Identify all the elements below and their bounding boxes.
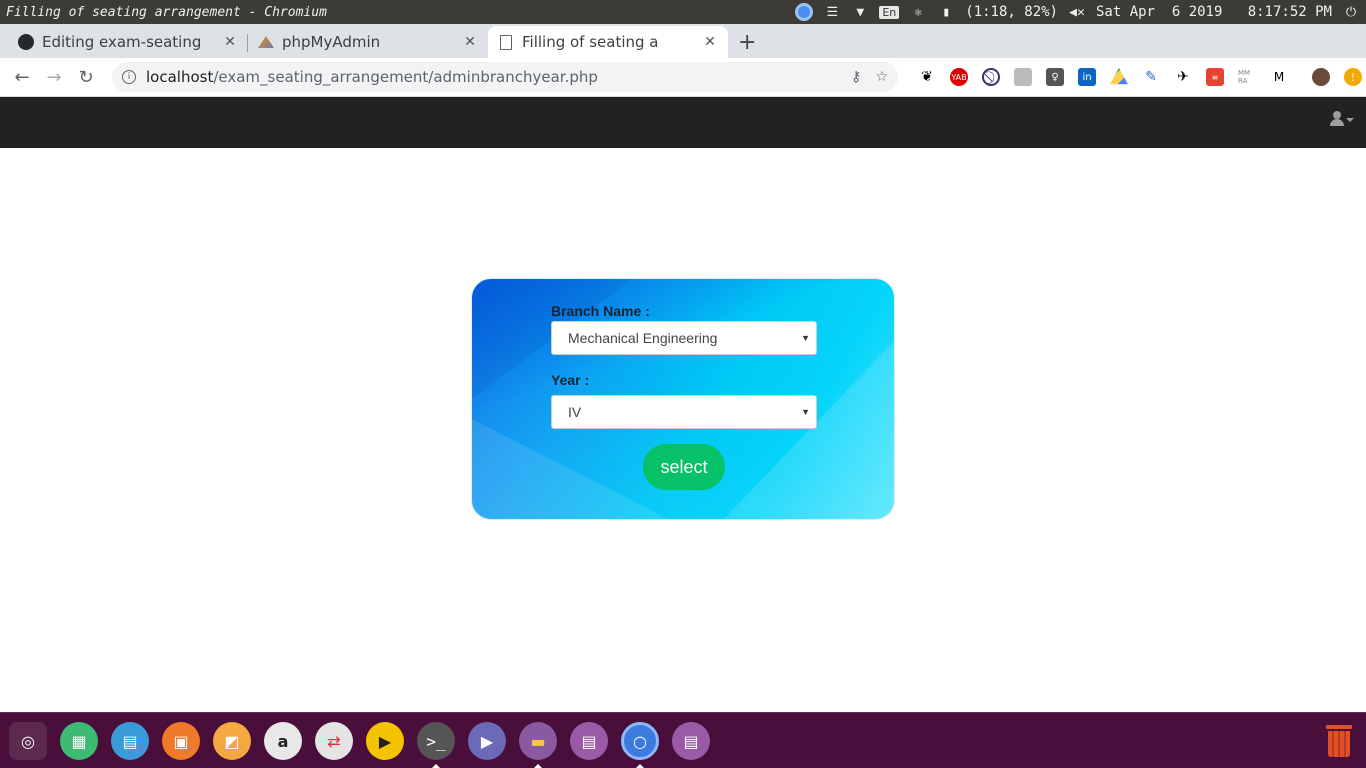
star-icon[interactable]: ☆	[875, 69, 888, 85]
select-button[interactable]: select	[643, 444, 725, 490]
back-icon[interactable]: ←	[6, 67, 38, 88]
extension-icon[interactable]	[1014, 68, 1032, 86]
battery-icon[interactable]: ▮	[937, 4, 955, 20]
year-label: Year :	[551, 372, 590, 388]
extension-icon[interactable]: ❦	[918, 68, 936, 86]
close-icon[interactable]: ✕	[702, 34, 718, 50]
page-navbar	[0, 97, 1366, 148]
page-icon	[498, 34, 514, 50]
toggle-settings-icon[interactable]: ⇄	[315, 722, 353, 760]
image-viewer-icon[interactable]: ◩	[213, 722, 251, 760]
user-icon	[1330, 111, 1344, 127]
year-select[interactable]: IV ▼	[551, 395, 817, 429]
close-icon[interactable]: ✕	[462, 34, 478, 50]
language-indicator[interactable]: En	[879, 5, 900, 19]
browser-toolbar: ← → ↻ i localhost /exam_seating_arrangem…	[0, 58, 1366, 97]
extension-icon[interactable]: ♀	[1046, 68, 1064, 86]
extension-icon[interactable]: ✎	[1142, 68, 1160, 86]
dock: ◎ ▦ ▤ ▣ ◩ a ⇄ ▶ >_ ▶ ▬ ▤ ○ ▤	[0, 712, 1366, 768]
close-icon[interactable]: ✕	[222, 34, 238, 50]
chromium-tray-icon[interactable]	[795, 3, 814, 21]
alert-icon[interactable]: !	[1344, 68, 1362, 86]
power-icon[interactable]: ⏻	[1342, 4, 1360, 20]
document-icon[interactable]: ▤	[111, 722, 149, 760]
trash-icon[interactable]	[1326, 725, 1352, 757]
volume-muted-icon[interactable]: ◀✕	[1068, 4, 1086, 20]
tab-title: Filling of seating a	[522, 33, 659, 51]
info-icon[interactable]: i	[122, 70, 136, 84]
text-editor-icon[interactable]: ▤	[570, 722, 608, 760]
tab-strip: Editing exam-seating ✕ phpMyAdmin ✕ Fill…	[0, 24, 1366, 58]
spreadsheet-icon[interactable]: ▦	[60, 722, 98, 760]
chromium-icon[interactable]: ○	[621, 722, 659, 760]
tab-seating[interactable]: Filling of seating a ✕	[488, 26, 728, 58]
ubuntu-icon[interactable]: ◎	[9, 722, 47, 760]
forward-icon[interactable]: →	[38, 67, 70, 88]
system-top-bar: Filling of seating arrangement - Chromiu…	[0, 0, 1366, 24]
extension-icon[interactable]: MM RA	[1238, 68, 1256, 86]
address-bar[interactable]: i localhost /exam_seating_arrangement/ad…	[112, 62, 898, 92]
bluetooth-icon[interactable]: ✱	[909, 4, 927, 20]
github-icon	[18, 34, 34, 50]
new-tab-button[interactable]: +	[728, 26, 766, 58]
tab-title: Editing exam-seating	[42, 33, 202, 51]
tab-phpmyadmin[interactable]: phpMyAdmin ✕	[248, 26, 488, 58]
extensions: ❦ YAB ⃠ ♀ in ✎ ✈ ≡ MM RA M !	[918, 68, 1362, 86]
drive-icon[interactable]	[1110, 68, 1128, 85]
tab-title: phpMyAdmin	[282, 33, 381, 51]
text-editor-icon[interactable]: ▤	[672, 722, 710, 760]
user-menu[interactable]	[1330, 111, 1354, 127]
url-path: /exam_seating_arrangement/adminbranchyea…	[213, 68, 598, 86]
system-tray: ☰ ▼ En ✱ ▮ (1:18, 82%) ◀✕ Sat Apr 6 2019…	[795, 3, 1366, 21]
branch-label: Branch Name :	[551, 303, 650, 319]
battery-status[interactable]: (1:18, 82%)	[965, 4, 1058, 20]
amazon-icon[interactable]: a	[264, 722, 302, 760]
chevron-down-icon: ▼	[801, 333, 810, 343]
clock[interactable]: Sat Apr 6 2019 8:17:52 PM	[1096, 4, 1332, 20]
list-icon[interactable]: ☰	[823, 4, 841, 20]
tab-github[interactable]: Editing exam-seating ✕	[8, 26, 248, 58]
caret-down-icon	[1346, 118, 1354, 122]
phpmyadmin-icon	[258, 34, 274, 50]
window-title: Filling of seating arrangement - Chromiu…	[6, 4, 327, 20]
url-host: localhost	[146, 68, 214, 86]
key-icon[interactable]: ⚷	[851, 69, 861, 85]
extension-icon[interactable]: ✈	[1174, 68, 1192, 86]
video-icon[interactable]: ▶	[468, 722, 506, 760]
wifi-icon[interactable]: ▼	[851, 4, 869, 20]
year-selected-value: IV	[568, 404, 582, 420]
reload-icon[interactable]: ↻	[70, 67, 102, 88]
branch-selected-value: Mechanical Engineering	[568, 330, 718, 346]
media-player-icon[interactable]: ▶	[366, 722, 404, 760]
screenshot-icon[interactable]: ▣	[162, 722, 200, 760]
chevron-down-icon: ▼	[801, 407, 810, 417]
linkedin-icon[interactable]: in	[1078, 68, 1096, 86]
extension-icon[interactable]: ⃠	[982, 68, 1000, 86]
extension-icon[interactable]: YAB	[950, 68, 968, 86]
todoist-icon[interactable]: ≡	[1206, 68, 1224, 86]
branch-select[interactable]: Mechanical Engineering ▼	[551, 321, 817, 355]
avatar[interactable]	[1312, 68, 1330, 86]
medium-icon[interactable]: M	[1270, 68, 1288, 86]
form-card: Branch Name : Mechanical Engineering ▼ Y…	[471, 278, 895, 520]
terminal-icon[interactable]: >_	[417, 722, 455, 760]
files-icon[interactable]: ▬	[519, 722, 557, 760]
